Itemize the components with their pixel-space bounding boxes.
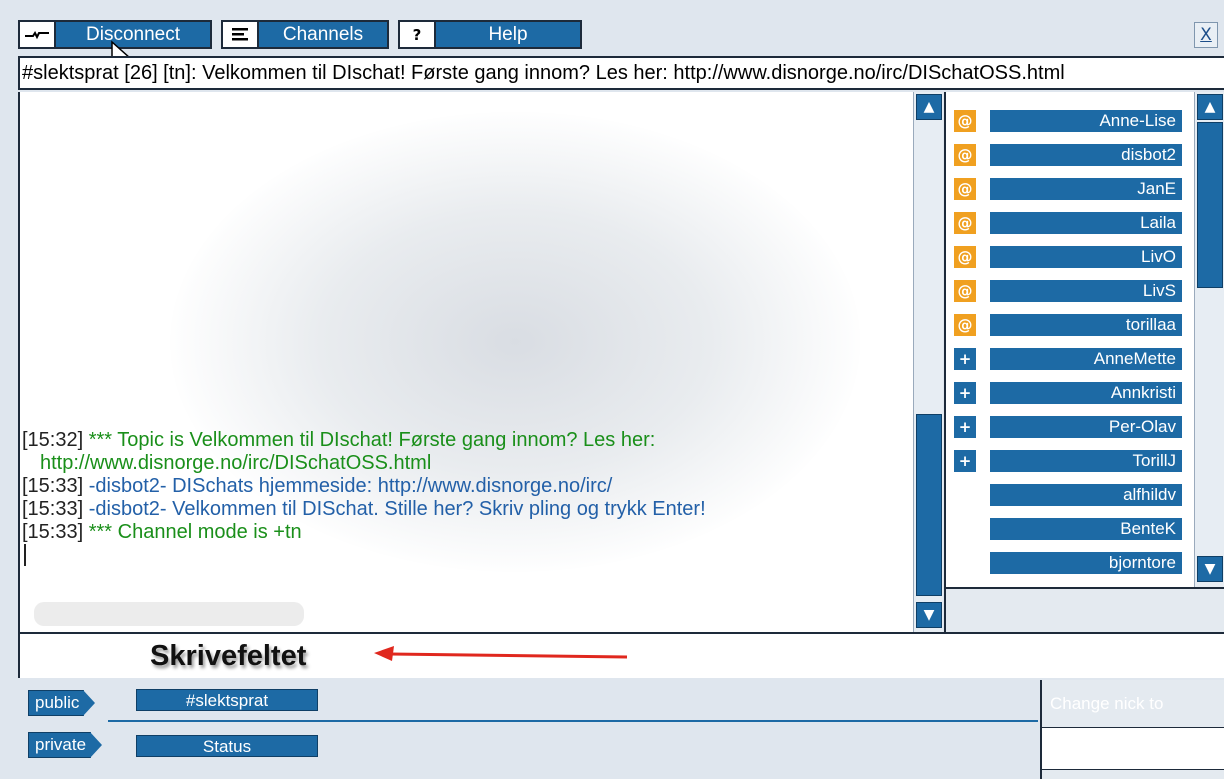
user-name: Laila [990, 212, 1182, 234]
user-name: LivS [990, 280, 1182, 302]
blurred-region-small [34, 602, 304, 626]
message-input-area[interactable] [18, 632, 1224, 678]
change-nick-label: Change nick to [1042, 680, 1224, 728]
user-item[interactable]: + AnneMette [954, 348, 1182, 370]
user-name: Annkristi [990, 382, 1182, 404]
operator-icon: @ [954, 212, 976, 234]
operator-icon: @ [954, 110, 976, 132]
user-item[interactable]: @ Laila [954, 212, 1182, 234]
message-timestamp: [15:33] [22, 498, 84, 520]
channels-button[interactable]: Channels [221, 20, 389, 49]
user-item[interactable]: @ Anne-Lise [954, 110, 1182, 132]
message-text: Channel mode is +tn [117, 521, 302, 543]
user-item[interactable]: @ LivS [954, 280, 1182, 302]
help-label: Help [488, 23, 528, 45]
user-name: alfhildv [990, 484, 1182, 506]
voice-icon: + [954, 416, 976, 438]
nick-panel: Change nick to [1040, 680, 1224, 779]
tab-divider [108, 720, 1038, 722]
no-mode-icon [954, 484, 976, 506]
message-prefix: *** [88, 429, 113, 451]
scroll-down-icon[interactable]: ▼ [916, 602, 942, 628]
list-icon [223, 22, 259, 47]
voice-icon: + [954, 450, 976, 472]
operator-icon: @ [954, 246, 976, 268]
scroll-up-icon[interactable]: ▲ [916, 94, 942, 120]
chat-scrollbar[interactable]: ▲ ▼ [913, 92, 943, 632]
user-name: BenteK [990, 518, 1182, 540]
no-mode-icon [954, 518, 976, 540]
help-icon: ? [400, 22, 436, 47]
user-list: @ Anne-Lise @ disbot2 @ JanE @ Laila @ LivO @ LivS @… [944, 92, 1194, 587]
user-item[interactable]: + Annkristi [954, 382, 1182, 404]
private-tab-label: private [28, 732, 103, 758]
user-name: disbot2 [990, 144, 1182, 166]
voice-icon: + [954, 348, 976, 370]
user-name: bjorntore [990, 552, 1182, 574]
text-cursor [24, 544, 26, 566]
disconnect-button[interactable]: Disconnect [18, 20, 212, 49]
message-text: Topic is Velkommen til DIschat! Første g… [40, 429, 656, 474]
public-tab[interactable]: public [28, 690, 96, 716]
chat-messages: [15:32] *** Topic is Velkommen til DIsch… [22, 429, 912, 566]
message-text: -disbot2- Velkommen til DISchat. Stille … [88, 498, 706, 520]
scroll-up-icon[interactable]: ▲ [1197, 94, 1223, 120]
chat-message: [15:33] *** Channel mode is +tn [22, 521, 912, 544]
message-timestamp: [15:32] [22, 429, 84, 451]
user-item[interactable]: @ LivO [954, 246, 1182, 268]
message-text: -disbot2- DISchats hjemmeside: http://ww… [88, 475, 613, 497]
userlist-footer [944, 587, 1224, 633]
chat-message: [15:33] -disbot2- DISchats hjemmeside: h… [22, 475, 912, 498]
user-item[interactable]: @ torillaa [954, 314, 1182, 336]
user-name: AnneMette [990, 348, 1182, 370]
message-prefix: *** [88, 521, 113, 543]
public-tab-label: public [28, 690, 96, 716]
user-item[interactable]: alfhildv [954, 484, 1182, 506]
operator-icon: @ [954, 280, 976, 302]
user-name: Per-Olav [990, 416, 1182, 438]
userlist-scroll-thumb[interactable] [1197, 122, 1223, 288]
operator-icon: @ [954, 314, 976, 336]
user-item[interactable]: BenteK [954, 518, 1182, 540]
voice-icon: + [954, 382, 976, 404]
no-mode-icon [954, 552, 976, 574]
channel-button-status[interactable]: Status [136, 735, 318, 757]
toolbar: Disconnect Channels ? Help [18, 20, 582, 50]
user-item[interactable]: + Per-Olav [954, 416, 1182, 438]
chat-log: [15:32] *** Topic is Velkommen til DIsch… [18, 92, 913, 632]
topic-bar: #slektsprat [26] [tn]: Velkommen til DIs… [18, 56, 1224, 90]
nick-input[interactable] [1042, 728, 1224, 770]
close-button[interactable]: X [1194, 22, 1218, 48]
user-name: Anne-Lise [990, 110, 1182, 132]
disconnect-icon [20, 22, 56, 47]
message-input[interactable] [20, 634, 1224, 678]
user-name: torillaa [990, 314, 1182, 336]
chat-applet: Disconnect Channels ? Help X #slektsprat… [0, 0, 1224, 779]
channels-label: Channels [282, 23, 364, 45]
private-tab[interactable]: private [28, 732, 103, 758]
operator-icon: @ [954, 144, 976, 166]
chat-message: [15:32] *** Topic is Velkommen til DIsch… [22, 429, 912, 475]
user-item[interactable]: + TorillJ [954, 450, 1182, 472]
user-name: JanE [990, 178, 1182, 200]
channel-button-slektsprat[interactable]: #slektsprat [136, 689, 318, 711]
disconnect-label: Disconnect [86, 23, 180, 45]
operator-icon: @ [954, 178, 976, 200]
message-timestamp: [15:33] [22, 475, 84, 497]
user-item[interactable]: @ JanE [954, 178, 1182, 200]
user-name: TorillJ [990, 450, 1182, 472]
message-timestamp: [15:33] [22, 521, 84, 543]
user-item[interactable]: @ disbot2 [954, 144, 1182, 166]
chat-message: [15:33] -disbot2- Velkommen til DISchat.… [22, 498, 912, 521]
chat-scroll-thumb[interactable] [916, 414, 942, 596]
help-button[interactable]: ? Help [398, 20, 582, 49]
user-name: LivO [990, 246, 1182, 268]
user-item[interactable]: bjorntore [954, 552, 1182, 574]
userlist-scrollbar[interactable]: ▲ ▼ [1194, 92, 1224, 587]
scroll-down-icon[interactable]: ▼ [1197, 556, 1223, 582]
